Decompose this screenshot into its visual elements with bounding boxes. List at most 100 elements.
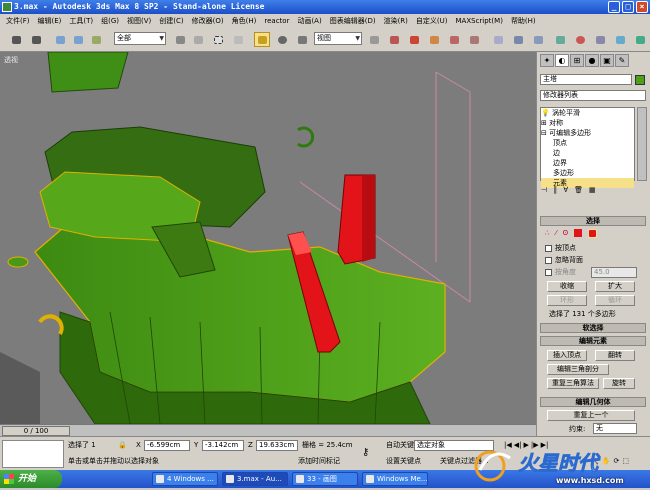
modifier-list-dropdown[interactable]: 修改器列表 [540,90,646,101]
menu-maxscript[interactable]: MAXScript(M) [452,17,507,25]
taskbar-item-paint[interactable]: 33 - 画图 [292,472,358,486]
object-name-field[interactable]: 主塔 [540,74,632,85]
stack-item-edge[interactable]: 边 [541,148,634,158]
render-teapot-icon[interactable] [632,32,648,47]
previous-frame-icon[interactable]: ◀| [514,441,522,449]
loop-button[interactable]: 循环 [595,295,635,306]
pivot-center-icon[interactable] [366,32,382,47]
viewport-label[interactable]: 透视 [4,55,18,65]
menu-customize[interactable]: 自定义(U) [412,16,452,26]
insert-vertex-button[interactable]: 插入顶点 [547,350,587,361]
grow-button[interactable]: 扩大 [595,281,635,292]
y-coordinate-field[interactable]: -3.142cm [202,440,244,451]
start-button[interactable]: 开始 [0,470,62,488]
turn-button[interactable]: 旋转 [603,378,635,389]
next-frame-icon[interactable]: |▶ [531,441,539,449]
stack-item-editable-poly[interactable]: ⊟ 可编辑多边形 [541,128,634,138]
render-setup-icon[interactable] [592,32,608,47]
unlink-icon[interactable] [70,32,86,47]
key-filters-button[interactable]: 关键点过滤器... [440,456,489,467]
link-icon[interactable] [52,32,68,47]
pin-stack-icon[interactable]: ⊣ [541,186,547,200]
percent-snap-icon[interactable] [446,32,462,47]
edit-triangulation-button[interactable]: 编辑三角剖分 [547,364,609,375]
reference-coordinate-dropdown[interactable]: 视图 [314,32,362,45]
named-selection-icon[interactable] [490,32,506,47]
stack-item-polygon[interactable]: 多边形 [541,168,634,178]
time-slider[interactable]: 0 / 100 [2,426,70,436]
soft-selection-rollout-header[interactable]: 软选择 [540,323,646,333]
menu-help[interactable]: 帮助(H) [507,16,540,26]
menu-animation[interactable]: 动画(A) [293,16,325,26]
maxscript-listener-mini[interactable] [2,440,64,468]
move-icon[interactable] [254,32,270,47]
redo-icon[interactable] [28,32,44,47]
edit-elements-rollout-header[interactable]: 编辑元素 [540,336,646,346]
go-to-start-icon[interactable]: |◀ [504,441,512,449]
edit-geometry-rollout-header[interactable]: 编辑几何体 [540,397,646,407]
edge-level-icon[interactable]: ⁄ [555,229,556,238]
stack-item-turbosmooth[interactable]: 💡 涡轮平滑 [541,108,634,118]
select-object-icon[interactable] [172,32,188,47]
constraints-dropdown[interactable]: 无 [593,423,637,434]
display-tab-icon[interactable]: ▣ [600,54,614,67]
object-color-swatch[interactable] [635,75,645,85]
flip-button[interactable]: 翻转 [595,350,635,361]
rotate-icon[interactable] [274,32,290,47]
retriangulate-button[interactable]: 重复三角算法 [547,378,599,389]
x-coordinate-field[interactable]: -6.599cm [144,440,190,451]
configure-sets-icon[interactable]: ▦ [589,186,596,200]
minimize-button[interactable]: _ [608,1,620,13]
show-end-result-icon[interactable]: ║ [553,186,557,200]
menu-views[interactable]: 视图(V) [123,16,155,26]
vertex-level-icon[interactable]: ∴ [545,229,549,238]
stack-item-vertex[interactable]: 顶点 [541,138,634,148]
undo-icon[interactable] [8,32,24,47]
menu-reactor[interactable]: reactor [260,17,293,25]
taskbar-item-3dsmax[interactable]: 3.max - Au... [222,472,288,486]
zoom-icon[interactable]: 🔍 [590,457,599,465]
close-button[interactable]: × [636,1,648,13]
region-select-icon[interactable] [210,32,226,47]
ignore-backfacing-checkbox[interactable]: 忽略背面 [545,255,583,265]
menu-rendering[interactable]: 渲染(R) [380,16,412,26]
taskbar-item-messenger[interactable]: Windows Me... [362,472,428,486]
curve-editor-icon[interactable] [552,32,568,47]
menu-tools[interactable]: 工具(T) [65,16,97,26]
utilities-tab-icon[interactable]: ✎ [615,54,629,67]
bind-spacewarp-icon[interactable] [88,32,104,47]
by-angle-checkbox[interactable]: 按角度 [545,267,576,277]
add-time-tag[interactable]: 添加时间标记 [298,456,340,467]
remove-modifier-icon[interactable]: 🗑 [574,186,583,200]
border-level-icon[interactable]: ʘ [563,229,569,238]
z-coordinate-field[interactable]: 19.633cm [256,440,298,451]
window-crossing-icon[interactable] [230,32,246,47]
pan-icon[interactable]: ✋ [602,457,611,465]
hierarchy-tab-icon[interactable]: ⊞ [570,54,584,67]
stack-scrollbar[interactable] [637,107,647,181]
stack-item-symmetry[interactable]: ⊞ 对称 [541,118,634,128]
play-icon[interactable]: ▶ [524,441,529,449]
selection-filter-dropdown[interactable]: 全部 [114,32,166,45]
scene-canvas[interactable] [0,52,536,424]
menu-edit[interactable]: 编辑(E) [34,16,66,26]
modify-tab-icon[interactable]: ◐ [555,54,569,67]
menu-create[interactable]: 创建(C) [155,16,187,26]
set-key-button[interactable]: 设置关键点 [386,456,421,467]
polygon-level-icon[interactable] [574,229,583,237]
lock-selection-icon[interactable]: 🔒 [118,440,127,451]
by-vertex-checkbox[interactable]: 按顶点 [545,243,576,253]
snap-toggle-icon[interactable] [406,32,422,47]
orbit-icon[interactable]: ⟳ [613,457,619,465]
menu-file[interactable]: 文件(F) [2,16,34,26]
taskbar-item-windows[interactable]: 4 Windows ... [152,472,218,486]
mirror-icon[interactable] [510,32,526,47]
menu-modifiers[interactable]: 修改器(O) [188,16,228,26]
motion-tab-icon[interactable]: ● [585,54,599,67]
selection-rollout-header[interactable]: 选择 [540,216,646,226]
material-editor-icon[interactable] [572,32,588,47]
shrink-button[interactable]: 收缩 [547,281,587,292]
element-level-icon[interactable] [588,229,598,238]
select-by-name-icon[interactable] [190,32,206,47]
stack-item-border[interactable]: 边界 [541,158,634,168]
